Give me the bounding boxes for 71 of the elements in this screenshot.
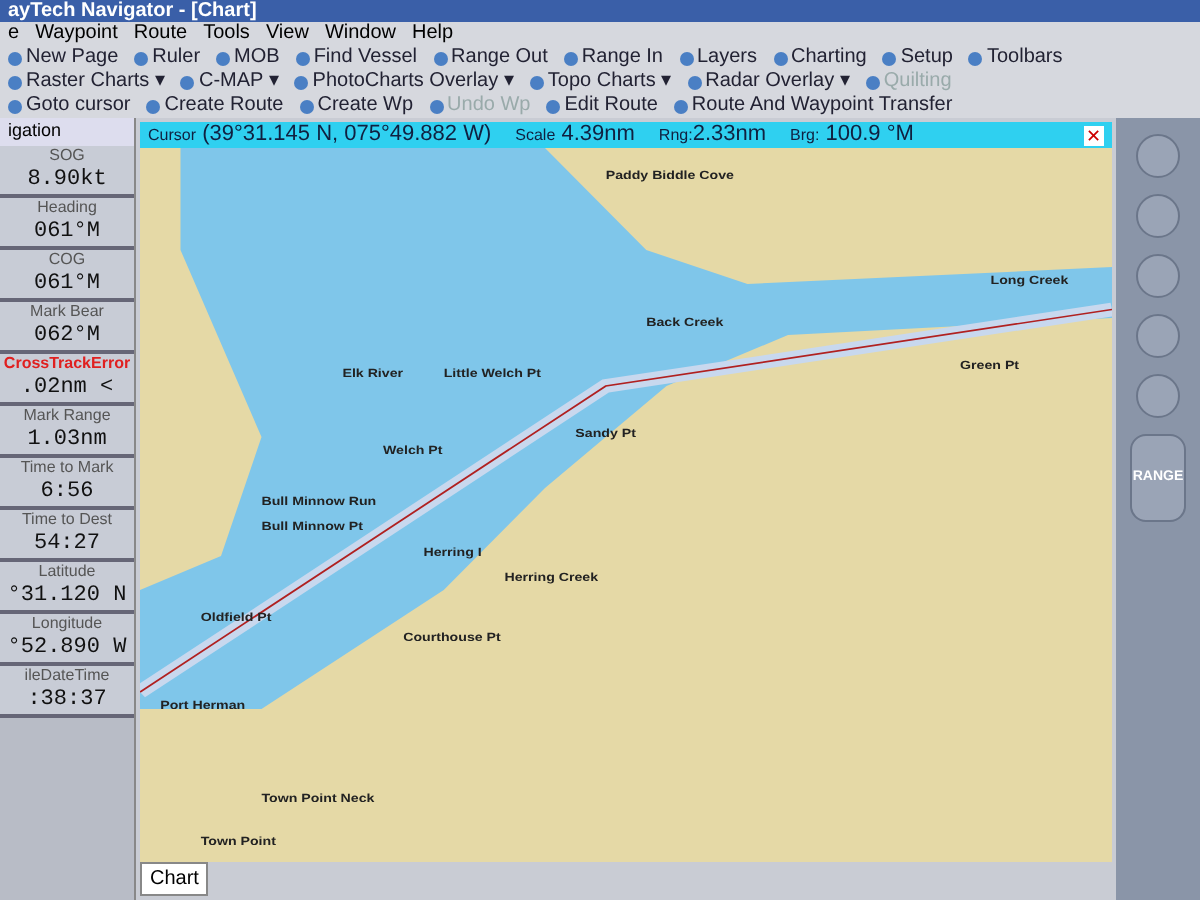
field-label: Latitude	[38, 561, 96, 581]
tool-icon	[563, 51, 578, 65]
field-label: SOG	[49, 145, 85, 165]
field-value: 062°M	[33, 321, 100, 349]
tool-icon	[968, 51, 983, 65]
toolbar-button[interactable]: Route And Waypoint Transfer	[691, 94, 953, 118]
menu-item[interactable]: Waypoint	[35, 22, 118, 46]
field-value: 54:27	[33, 529, 100, 557]
menu-item[interactable]: View	[265, 22, 309, 46]
menu-item[interactable]: Tools	[203, 22, 250, 46]
field-value: °31.120 N	[7, 581, 127, 609]
cursor-readout: Cursor (39°31.145 N, 075°49.882 W)	[148, 120, 492, 151]
field-label: Time to Dest	[21, 509, 113, 529]
toolbar-button[interactable]: Range In	[581, 46, 663, 70]
tool-icon	[429, 99, 444, 113]
toolbar-button[interactable]: Edit Route	[564, 94, 658, 118]
field-label: CrossTrackError	[3, 353, 131, 373]
toolbar-button[interactable]: C-MAP ▾	[198, 70, 279, 94]
field-value: 1.03nm	[27, 425, 107, 453]
toolbar-button[interactable]: Charting	[791, 46, 867, 70]
menu-item[interactable]: Route	[133, 22, 188, 46]
menu-item[interactable]: Help	[412, 22, 454, 46]
field-value: .02nm <	[20, 373, 114, 401]
range-readout: Rng:2.33nm	[658, 120, 767, 151]
field-label: Time to Mark	[20, 457, 114, 477]
toolbar-button[interactable]: Setup	[900, 46, 953, 70]
field-label: COG	[48, 249, 86, 269]
menu-item[interactable]: e	[8, 22, 20, 46]
toolbar-button[interactable]: Raster Charts ▾	[26, 70, 165, 94]
field-value: 6:56	[40, 477, 94, 505]
toolbar-button[interactable]: Radar Overlay ▾	[705, 70, 850, 94]
round-button-icon[interactable]	[1136, 194, 1180, 238]
tool-icon	[216, 51, 231, 65]
toolbar-button[interactable]: Create Wp	[317, 94, 414, 118]
toolbar-button[interactable]: Toolbars	[986, 46, 1063, 70]
field-value: °52.890 W	[7, 633, 127, 661]
toolbar-button[interactable]: Create Route	[164, 94, 284, 118]
field-value: 8.90kt	[27, 165, 107, 193]
scale-readout: Scale 4.39nm	[515, 120, 635, 151]
bearing-readout: Brg: 100.9 °M	[790, 120, 914, 151]
round-button-icon[interactable]	[1136, 254, 1180, 298]
chart-tab[interactable]: Chart	[140, 862, 209, 896]
tool-icon	[180, 75, 195, 89]
panel-title: igation	[8, 118, 62, 144]
field-value: :38:37	[27, 685, 107, 713]
field-label: Mark Bear	[30, 301, 104, 321]
toolbar-button[interactable]: New Page	[26, 46, 119, 70]
field-label: Heading	[37, 197, 97, 217]
field-label: ileDateTime	[24, 665, 110, 685]
field-label: Longitude	[31, 613, 103, 633]
toolbar-button[interactable]: Goto cursor	[26, 94, 131, 118]
round-button-icon[interactable]	[1136, 134, 1180, 178]
round-button-icon[interactable]	[1136, 374, 1180, 418]
field-value: 061°M	[33, 217, 100, 245]
toolbar-button[interactable]: Range Out	[451, 46, 548, 70]
toolbar-button[interactable]: Find Vessel	[313, 46, 418, 70]
tool-icon	[146, 99, 161, 113]
toolbar-button[interactable]: Topo Charts ▾	[547, 70, 672, 94]
tool-icon	[433, 51, 448, 65]
tool-icon	[134, 51, 149, 65]
toolbar-button[interactable]: PhotoCharts Overlay ▾	[312, 70, 514, 94]
toolbar-button[interactable]: Layers	[697, 46, 758, 70]
close-icon[interactable]: ✕	[1084, 125, 1104, 145]
field-value: 061°M	[33, 269, 100, 297]
toolbar-button[interactable]: MOB	[234, 46, 280, 70]
window-title: ayTech Navigator - [Chart]	[8, 0, 257, 22]
tool-icon	[773, 51, 788, 65]
round-button-icon[interactable]	[1136, 314, 1180, 358]
toolbar-button[interactable]: Ruler	[152, 46, 201, 70]
menu-item[interactable]: Window	[324, 22, 397, 46]
field-label: Mark Range	[23, 405, 111, 425]
